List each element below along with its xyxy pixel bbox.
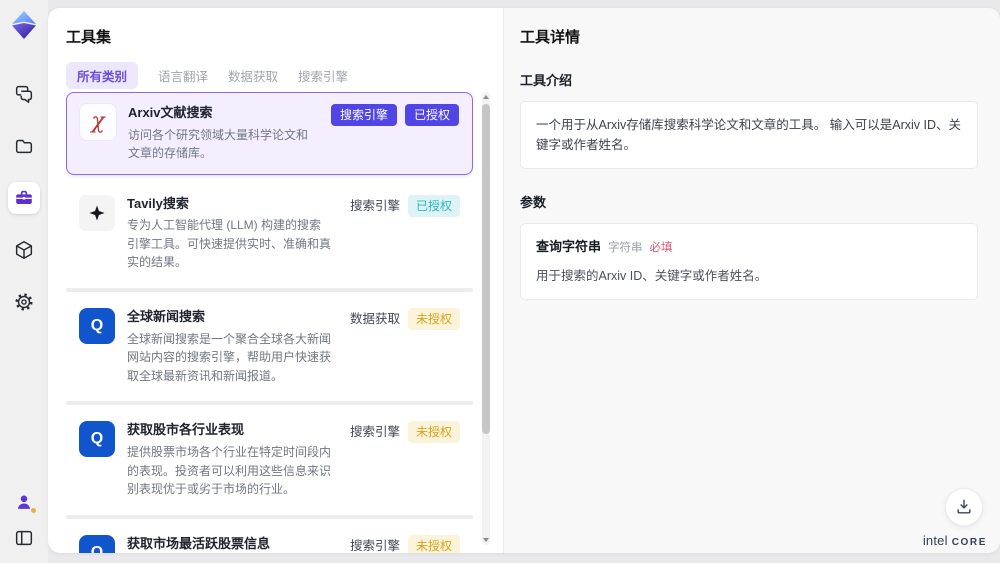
tool-list: χ Arxiv文献搜索 访问各个研究领域大量科学论文和文章的存储库。 搜索引擎 … (66, 92, 473, 553)
category-label: 搜索引擎 (349, 425, 400, 440)
toolbox-icon[interactable] (8, 182, 40, 214)
status-badge: 未授权 (407, 421, 460, 444)
tool-name: 获取股市各行业表现 (127, 422, 245, 438)
scrollbar-thumb[interactable] (482, 104, 490, 434)
param-name: 查询字符串 (536, 239, 602, 254)
scroll-up-arrow-icon[interactable] (483, 95, 489, 99)
cube-icon[interactable] (8, 234, 40, 266)
param-required-badge: 必填 (649, 242, 673, 254)
divider (66, 514, 473, 519)
param-type: 字符串 (608, 242, 643, 254)
category-label: 搜索引擎 (349, 538, 400, 553)
category-label: 搜索引擎 (349, 198, 400, 213)
settings-icon[interactable] (8, 286, 40, 318)
tool-detail-panel: 工具详情 工具介绍 一个用于从Arxiv存储库搜索科学论文和文章的工具。 输入可… (503, 8, 1000, 553)
category-badge: 搜索引擎 (330, 104, 397, 126)
q-logo-icon: Q (79, 534, 115, 553)
page-title: 工具集 (66, 29, 112, 46)
tavily-icon (79, 194, 115, 231)
param-description: 用于搜索的Arxiv ID、关键字或作者姓名。 (536, 268, 768, 283)
tab-data-fetch[interactable]: 数据获取 (228, 62, 278, 89)
status-badge: 未授权 (407, 534, 460, 553)
brand-core-text: CORE (951, 537, 987, 548)
tool-card-sector-performance[interactable]: Q 获取股市各行业表现 提供股票市场各个行业在特定时间段内的表现。投资者可以利用… (66, 410, 473, 510)
q-logo-icon: Q (79, 308, 115, 345)
sidebar-bottom (11, 489, 37, 551)
download-icon (957, 499, 971, 514)
tool-description: 访问各个研究领域大量科学论文和文章的存储库。 (128, 127, 309, 161)
main-content: 工具集 所有类别 语言翻译 数据获取 搜索引擎 χ Arxiv文献搜索 访问各个… (48, 8, 1000, 553)
scrollbar-track[interactable] (482, 92, 490, 545)
tool-name: 获取市场最活跃股票信息 (127, 535, 271, 551)
intro-heading: 工具介绍 (520, 73, 573, 88)
arxiv-icon: χ (80, 104, 116, 140)
scroll-down-arrow-icon[interactable] (483, 538, 489, 542)
status-badge: 未授权 (407, 308, 460, 331)
tab-language-translation[interactable]: 语言翻译 (158, 62, 208, 89)
divider (66, 401, 473, 406)
tool-card-active-stocks[interactable]: Q 获取市场最活跃股票信息 提供当天交易量最高的股票列表。投资者可以利用这些信息… (66, 523, 473, 553)
status-dot (31, 508, 36, 513)
q-logo-icon: Q (79, 421, 115, 458)
intel-core-logo: intel CORE (923, 533, 987, 548)
sidebar (0, 0, 48, 563)
user-icon[interactable] (11, 489, 37, 515)
tool-name: Tavily搜索 (127, 195, 189, 211)
tool-card-arxiv[interactable]: χ Arxiv文献搜索 访问各个研究领域大量科学论文和文章的存储库。 搜索引擎 … (66, 92, 473, 175)
tab-all-categories[interactable]: 所有类别 (66, 62, 139, 89)
tool-name: 全球新闻搜索 (127, 309, 206, 325)
category-label: 数据获取 (349, 312, 400, 327)
params-heading: 参数 (520, 195, 547, 210)
tool-name: Arxiv文献搜索 (128, 105, 213, 120)
tool-description: 全球新闻搜索是一个聚合全球各大新闻网站内容的搜索引擎，帮助用户快速获取全球最新资… (127, 331, 332, 383)
tab-search-engine[interactable]: 搜索引擎 (298, 62, 348, 89)
detail-title: 工具详情 (520, 29, 581, 46)
status-badge: 已授权 (404, 104, 459, 126)
tool-card-global-news[interactable]: Q 全球新闻搜索 全球新闻搜索是一个聚合全球各大新闻网站内容的搜索引擎，帮助用户… (66, 297, 473, 397)
intro-text: 一个用于从Arxiv存储库搜索科学论文和文章的工具。 输入可以是Arxiv ID… (536, 118, 962, 152)
tool-list-panel: 工具集 所有类别 语言翻译 数据获取 搜索引擎 χ Arxiv文献搜索 访问各个… (48, 8, 503, 553)
param-box: 查询字符串 字符串 必填 用于搜索的Arxiv ID、关键字或作者姓名。 (520, 223, 978, 300)
brand-intel-text: intel (922, 533, 948, 548)
status-badge: 已授权 (407, 194, 460, 217)
chat-icon[interactable] (8, 78, 40, 110)
download-button[interactable] (945, 488, 983, 526)
divider (66, 288, 473, 293)
app-logo (9, 10, 39, 40)
category-tabs: 所有类别 语言翻译 数据获取 搜索引擎 (66, 62, 477, 89)
tool-description: 提供股票市场各个行业在特定时间段内的表现。投资者可以利用这些信息来识别表现优于或… (127, 444, 332, 497)
intro-box: 一个用于从Arxiv存储库搜索科学论文和文章的工具。 输入可以是Arxiv ID… (520, 101, 978, 169)
panel-collapse-icon[interactable] (11, 525, 37, 551)
tool-card-tavily[interactable]: Tavily搜索 专为人工智能代理 (LLM) 构建的搜索引擎工具。可快速提供实… (66, 183, 473, 284)
tool-description: 专为人工智能代理 (LLM) 构建的搜索引擎工具。可快速提供实时、准确和真实的结… (127, 218, 332, 270)
sidebar-nav (8, 78, 40, 318)
folder-icon[interactable] (8, 130, 40, 162)
